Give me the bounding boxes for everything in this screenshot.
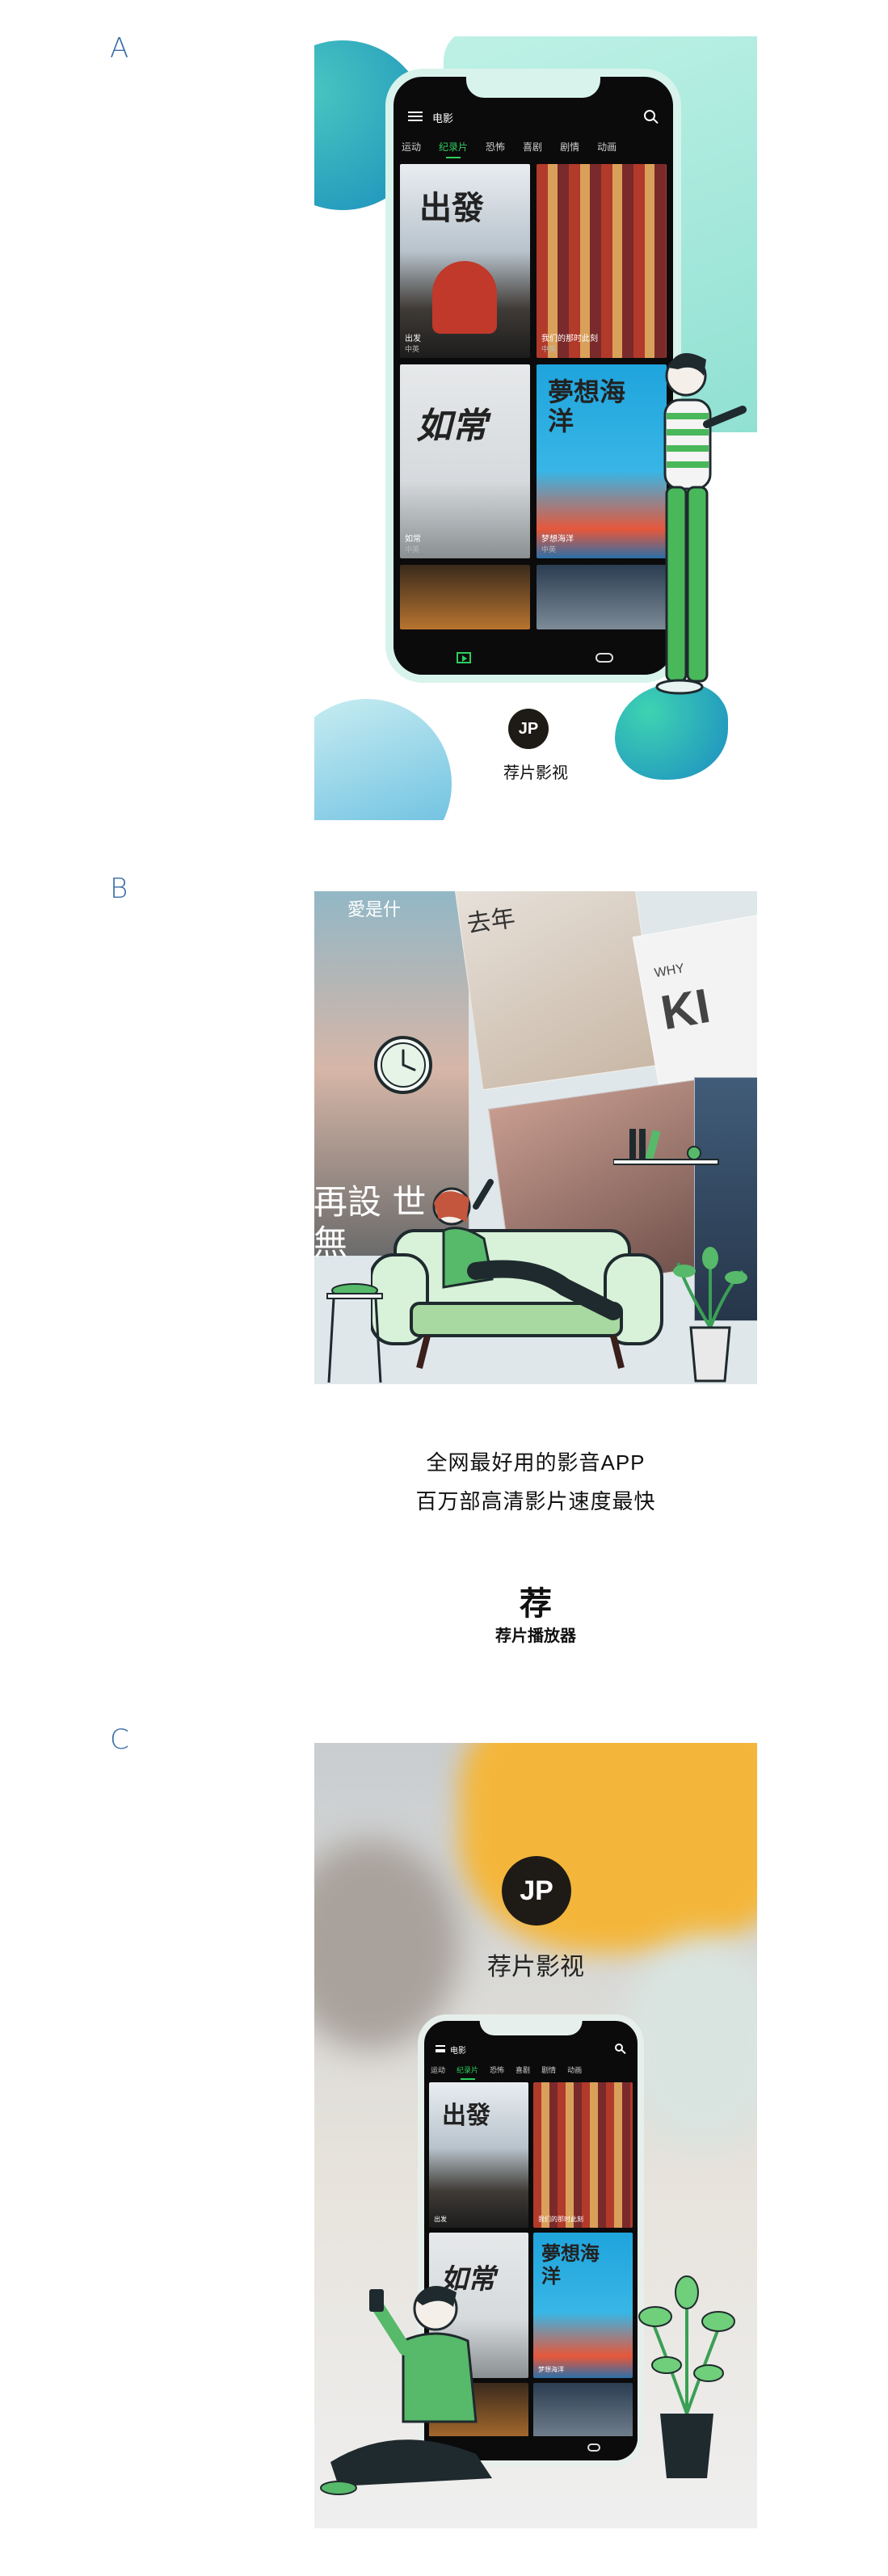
movie-caption: 我们的那时此刻: [538, 2215, 583, 2225]
sofa-reading-illustration: [371, 1179, 663, 1369]
movie-name: 出发: [434, 2216, 447, 2223]
video-tab-icon[interactable]: [457, 652, 471, 663]
phone-notch: [479, 2021, 583, 2035]
poster-title: 夢想海洋: [541, 2241, 600, 2288]
tab-sports[interactable]: 运动: [402, 140, 421, 158]
menu-icon[interactable]: [408, 112, 423, 121]
tab-horror[interactable]: 恐怖: [490, 2065, 504, 2080]
movie-card[interactable]: 如常 如常 中英: [400, 364, 530, 558]
panel-c-splash: JP 荐片影视 电影 运动 纪录片 恐怖 喜剧 剧情 动画 出發 出发 我们的那…: [314, 1743, 757, 2528]
section-label-b: B: [110, 873, 128, 905]
movie-name: 梦想海洋: [538, 2366, 564, 2373]
download-cloud-icon[interactable]: [587, 2443, 600, 2452]
movie-caption: 我们的那时此刻 中英: [541, 335, 598, 355]
sitting-man-illustration: [320, 2286, 492, 2495]
side-table-illustration: [326, 1283, 383, 1383]
movie-language: 中英: [541, 345, 557, 353]
potted-plant-illustration: [673, 1247, 747, 1383]
tab-drama[interactable]: 剧情: [541, 2065, 556, 2080]
tagline-line-2: 百万部高清影片速度最快: [415, 1489, 656, 1513]
tab-animation[interactable]: 动画: [567, 2065, 582, 2080]
poster-title: 出發: [442, 2102, 490, 2130]
movie-name: 我们的那时此刻: [538, 2216, 583, 2223]
poster-collage-right: WHY KI: [632, 912, 757, 1098]
movie-name: 我们的那时此刻: [541, 335, 598, 343]
poster-text: WHY: [653, 962, 686, 981]
tab-horror[interactable]: 恐怖: [486, 140, 505, 158]
poster-figure: [432, 261, 497, 334]
section-label-a: A: [110, 32, 129, 65]
poster-title: 出發: [419, 189, 484, 227]
category-tabs: 运动 纪录片 恐怖 喜剧 剧情 动画: [393, 140, 673, 158]
movie-caption: 如常 中英: [405, 535, 421, 555]
bookshelf-illustration: [613, 1129, 719, 1165]
movie-caption: 出发 中英: [405, 335, 421, 355]
movie-caption: 出发: [434, 2215, 447, 2225]
movie-card[interactable]: 夢想海洋 梦想海洋: [533, 2233, 633, 2378]
search-icon[interactable]: [615, 2044, 623, 2052]
movie-card[interactable]: 出發 出发中英: [400, 164, 530, 358]
movie-name: 如常: [405, 535, 421, 544]
standing-man-illustration: [655, 353, 747, 695]
brand-player-name: 荐片播放器: [495, 1627, 576, 1645]
logo-mark: JP: [520, 1875, 553, 1906]
movie-card[interactable]: 我们的那时此刻: [533, 2082, 633, 2228]
movie-language: 中英: [405, 545, 420, 554]
app-header: 电影: [424, 2042, 638, 2056]
app-header: 电影: [393, 107, 673, 127]
movie-card[interactable]: 我们的那时此刻 中英: [537, 164, 667, 358]
tab-animation[interactable]: 动画: [597, 140, 617, 158]
panel-b-promo: 愛是什 再設 世 無 去年 WHY KI: [314, 891, 757, 1384]
tab-drama[interactable]: 剧情: [560, 140, 579, 158]
poster-text: 去年: [465, 903, 517, 939]
header-title: 电影: [432, 112, 454, 124]
movie-caption: 梦想海洋: [538, 2365, 564, 2375]
poster-text: KI: [656, 978, 714, 1041]
brand-logo: JP: [508, 709, 549, 749]
tab-documentary[interactable]: 纪录片: [457, 2065, 478, 2080]
poster-title: 如常: [416, 406, 487, 447]
tab-comedy[interactable]: 喜剧: [516, 2065, 530, 2080]
splash-brand-name: 荐片影视: [487, 1954, 584, 1980]
movie-card[interactable]: [400, 565, 530, 629]
panel-a-promo: 电影 运动 纪录片 恐怖 喜剧 剧情 动画 出發 出发 中英 我们的那时此刻 中英 …: [314, 36, 757, 820]
poster-text: 無: [314, 1223, 348, 1262]
search-icon[interactable]: [644, 110, 655, 121]
potted-plant-illustration: [638, 2275, 735, 2478]
poster-text: 愛是什: [347, 900, 402, 920]
tab-documentary[interactable]: 纪录片: [439, 140, 468, 158]
movie-grid: 出發 出发 中英 我们的那时此刻 中英 如常 如常 中英 夢想海洋 梦想海洋 中英: [400, 164, 667, 629]
blurred-yellow-shape: [460, 1743, 757, 1953]
movie-language: 中英: [405, 345, 420, 353]
tagline-line-1: 全网最好用的影音APP: [426, 1450, 646, 1475]
splash-logo: JP: [502, 1856, 571, 1926]
movie-caption: 梦想海洋 中英: [541, 535, 574, 555]
phone-notch: [465, 77, 601, 98]
category-tabs: 运动 纪录片 恐怖 喜剧 剧情 动画: [424, 2065, 638, 2080]
movie-card[interactable]: 出發 出发: [429, 2082, 528, 2228]
menu-icon[interactable]: [436, 2045, 445, 2052]
header-title: 电影: [450, 2047, 466, 2056]
movie-language: 中英: [541, 545, 557, 554]
tab-sports[interactable]: 运动: [431, 2065, 445, 2080]
download-cloud-icon[interactable]: [596, 653, 613, 663]
clock-icon: [374, 1036, 432, 1094]
movie-name: 梦想海洋: [541, 535, 574, 544]
brand-glyph: 荐: [520, 1585, 552, 1623]
movie-name: 出发: [405, 335, 421, 343]
logo-mark: JP: [518, 719, 539, 738]
poster-collage-top: 去年: [454, 891, 661, 1091]
tab-comedy[interactable]: 喜剧: [523, 140, 542, 158]
section-label-c: C: [110, 1724, 129, 1756]
brand-name: 荐片影视: [503, 764, 568, 782]
